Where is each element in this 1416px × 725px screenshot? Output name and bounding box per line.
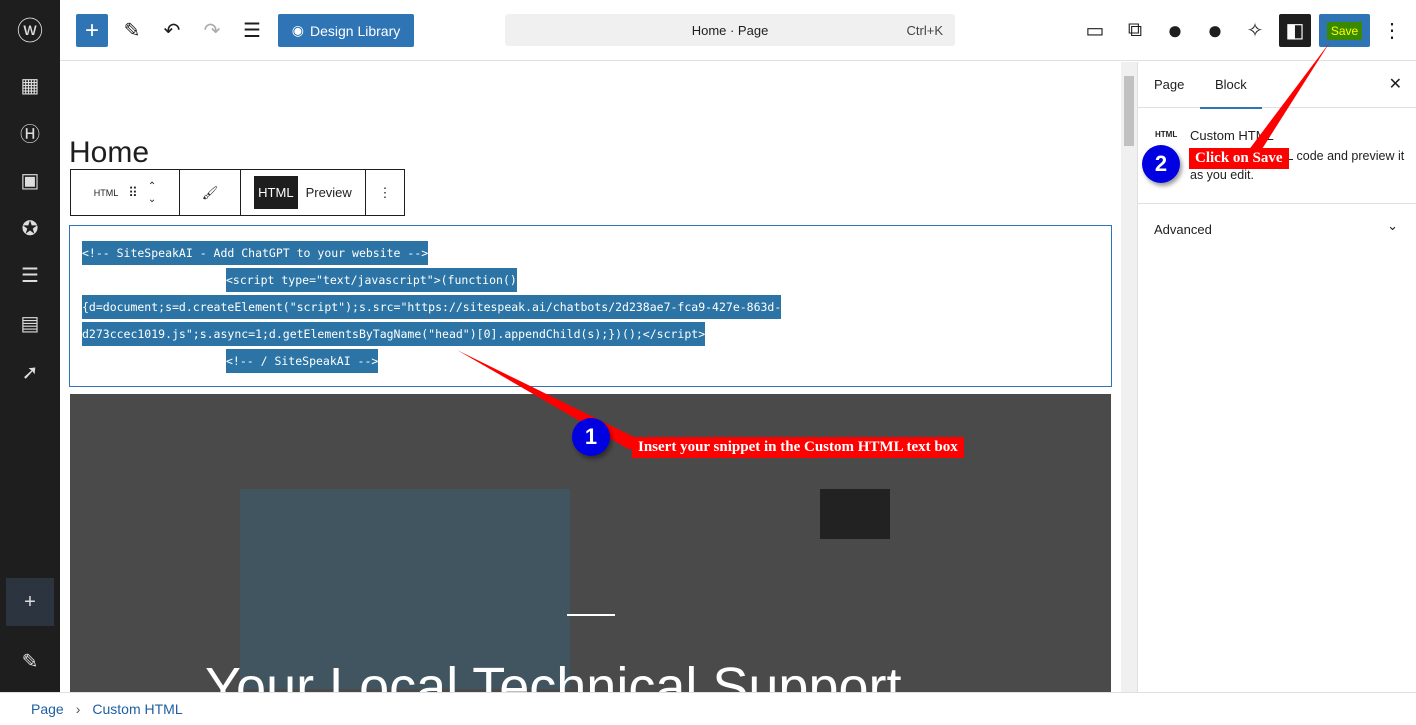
step-2-badge: 2 <box>1142 145 1180 183</box>
step-1-badge: 1 <box>572 418 610 456</box>
annotation-arrows <box>457 42 1330 450</box>
step-2-label: Click on Save <box>1189 148 1289 169</box>
step-1-label: Insert your snippet in the Custom HTML t… <box>632 437 964 458</box>
